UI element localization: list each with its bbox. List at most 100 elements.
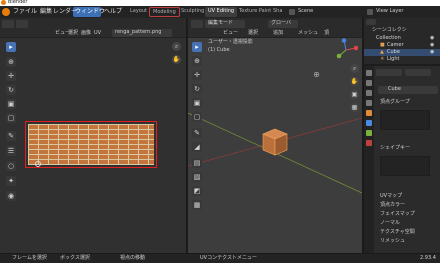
vp-annotate-tool[interactable]: ✎ <box>192 128 202 138</box>
vp-loopcut-tool[interactable]: ▦ <box>192 200 202 210</box>
vp-inset-tool[interactable]: ▧ <box>192 172 202 182</box>
pan-hand-icon[interactable]: ✋ <box>172 55 181 64</box>
scene-icon[interactable] <box>289 9 295 15</box>
shape-keys-list[interactable] <box>380 156 430 176</box>
render-tab-icon[interactable] <box>366 80 372 86</box>
material-tab-icon[interactable] <box>366 140 372 146</box>
section-remesh[interactable]: リメッシュ <box>380 239 405 244</box>
menu-edit[interactable]: 編集 <box>40 9 52 15</box>
data-tab-icon[interactable] <box>366 130 372 136</box>
zoom-icon[interactable]: ⌕ <box>172 42 181 51</box>
section-uv-maps[interactable]: UVマップ <box>380 194 402 199</box>
outliner-cube-label: Cube <box>387 49 400 55</box>
vp-menu-select[interactable]: 選択 <box>248 31 258 36</box>
mesh-name-field[interactable]: Cube <box>378 86 438 94</box>
outliner-row-light[interactable]: ☀ Light <box>364 56 440 63</box>
cursor-tool[interactable]: ⊕ <box>6 57 16 67</box>
output-tab-icon[interactable] <box>366 90 372 96</box>
vp-menu-mesh[interactable]: メッシュ <box>298 31 318 36</box>
vertex-groups-list[interactable] <box>380 110 430 130</box>
tab-layout[interactable]: Layout <box>127 7 150 17</box>
editor-type-button[interactable] <box>2 20 14 28</box>
vp-menu-view[interactable]: ビュー <box>223 31 238 36</box>
view-layer-icon[interactable] <box>367 9 373 15</box>
menu-file[interactable]: ファイル <box>13 9 37 15</box>
top-menu-bar: ファイル 編集 レンダー ウィンドウ ヘルプ Layout Modeling S… <box>0 6 440 18</box>
scene-name[interactable]: Scene <box>298 9 313 14</box>
scale-tool[interactable]: ▣ <box>6 99 16 109</box>
properties-tab-column <box>364 66 374 253</box>
object-tab-icon[interactable] <box>366 110 372 116</box>
outliner-light-label: Light <box>387 56 400 62</box>
visibility-eye-icon[interactable]: ◉ <box>430 43 434 48</box>
props-mesh-dropdown[interactable] <box>405 69 431 76</box>
vp-menu-vertex[interactable]: 頂 <box>324 31 329 36</box>
visibility-eye-icon[interactable]: ◉ <box>430 50 434 55</box>
relax-tool[interactable]: ○ <box>6 161 16 171</box>
menu-render[interactable]: レンダー <box>53 9 77 15</box>
vp-bevel-tool[interactable]: ◩ <box>192 186 202 196</box>
outliner-row-camera[interactable]: ■ Camer ◉ <box>364 42 440 49</box>
uv-menu-select[interactable]: 選択 <box>68 31 78 36</box>
menu-window[interactable]: ウィンドウ <box>75 9 105 15</box>
navigation-gizmo-icon[interactable] <box>334 38 358 62</box>
section-shape-keys[interactable]: シェイプキー <box>380 146 410 151</box>
orientation-label: グローバ <box>271 20 291 26</box>
vp-scale-tool[interactable]: ▣ <box>192 98 202 108</box>
blender-menu-icon[interactable] <box>2 8 10 16</box>
perspective-toggle-icon[interactable]: ▦ <box>350 103 359 112</box>
uv-menu-image[interactable]: 画像 <box>81 31 91 36</box>
outliner-row-cube[interactable]: ▲ Cube ◉ <box>364 49 440 56</box>
section-vertex-groups[interactable]: 頂点グループ <box>380 100 410 105</box>
vp-pan-icon[interactable]: ✋ <box>350 77 359 86</box>
vp-zoom-icon[interactable]: ⌕ <box>350 64 359 73</box>
mode-selector[interactable]: 編集モード <box>205 20 245 28</box>
props-object-dropdown[interactable] <box>376 69 402 76</box>
transform-orientation-selector[interactable]: グローバ <box>268 20 298 28</box>
camera-view-icon[interactable]: ▣ <box>350 90 359 99</box>
viewport-editor-type-button[interactable] <box>191 20 203 28</box>
tool-tab-icon[interactable] <box>366 70 372 76</box>
uv-menu-uv[interactable]: UV <box>94 31 101 36</box>
view-layer-name[interactable]: View Layer <box>376 9 403 14</box>
image-selector[interactable]: renga_pattern.png <box>112 29 172 37</box>
tab-uv-editing[interactable]: UV Editing <box>205 7 238 17</box>
outliner-editor-type-button[interactable] <box>366 19 376 25</box>
vp-transform-tool[interactable]: ▢ <box>192 112 202 122</box>
cube-mesh[interactable] <box>262 128 288 156</box>
vp-menu-add[interactable]: 追加 <box>273 31 283 36</box>
vp-cursor-tool[interactable]: ⊕ <box>192 56 202 66</box>
scene-tab-icon[interactable] <box>366 100 372 106</box>
rotate-tool[interactable]: ↻ <box>6 85 16 95</box>
status-version: 2.93.4 <box>420 255 436 261</box>
properties-panel: Cube 頂点グループ シェイプキー UVマップ 頂点カラー フェイスマップ ノ… <box>364 66 440 253</box>
vp-move-tool[interactable]: ✛ <box>192 70 202 80</box>
transform-tool[interactable]: ▢ <box>6 113 16 123</box>
outliner-row-collection[interactable]: Collection ◉ <box>364 35 440 42</box>
vp-rotate-tool[interactable]: ↻ <box>192 84 202 94</box>
section-vertex-colors[interactable]: 頂点カラー <box>380 203 405 208</box>
pinch-tool[interactable]: ✦ <box>6 176 16 186</box>
vp-select-tool[interactable]: ▸ <box>192 42 202 52</box>
move-tool[interactable]: ✛ <box>6 71 16 81</box>
grab-tool[interactable]: ☰ <box>6 146 16 156</box>
outliner-scene-collection[interactable]: シーンコレクシ <box>372 28 407 33</box>
tab-sculpting[interactable]: Sculpting <box>178 7 207 17</box>
select-mode-button[interactable] <box>16 20 28 28</box>
tab-modeling[interactable]: Modeling <box>149 7 180 17</box>
rip-tool[interactable]: ◉ <box>6 191 16 201</box>
2d-cursor-icon[interactable] <box>35 161 41 167</box>
menu-help[interactable]: ヘルプ <box>104 9 122 15</box>
annotate-tool[interactable]: ✎ <box>6 131 16 141</box>
tab-texture-paint[interactable]: Texture Paint <box>236 7 274 17</box>
vp-measure-tool[interactable]: ◢ <box>192 142 202 152</box>
select-tool[interactable]: ▸ <box>6 42 16 52</box>
section-face-maps[interactable]: フェイスマップ <box>380 212 415 217</box>
modifier-tab-icon[interactable] <box>366 120 372 126</box>
vp-extrude-tool[interactable]: ▤ <box>192 158 202 168</box>
section-texture-space[interactable]: テクスチャ空間 <box>380 230 415 235</box>
tab-shading[interactable]: Sha <box>270 7 285 17</box>
visibility-eye-icon[interactable]: ◉ <box>430 36 434 41</box>
section-normals[interactable]: ノーマル <box>380 221 400 226</box>
light-icon: ☀ <box>380 56 385 62</box>
